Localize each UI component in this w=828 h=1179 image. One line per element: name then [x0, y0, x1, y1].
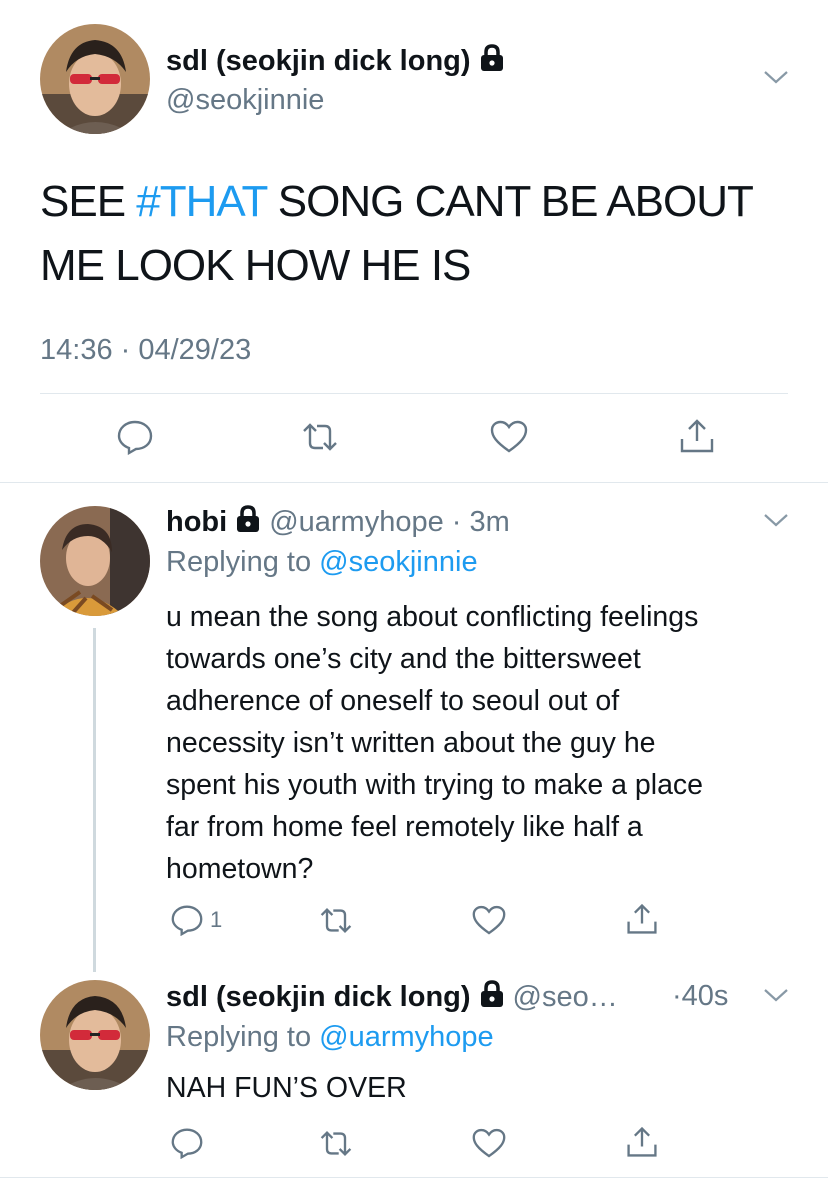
- avatar-uarmyhope[interactable]: [40, 506, 150, 616]
- reply-text-line: adherence of oneself to seoul out of: [166, 685, 620, 717]
- like-icon: [472, 1128, 506, 1158]
- share-icon: [627, 903, 657, 934]
- tweet-text-line-1: SEE #THAT SONG CANT BE ABOUT: [40, 177, 754, 226]
- reply-icon: [171, 1128, 203, 1159]
- display-name[interactable]: hobi: [166, 506, 227, 538]
- hashtag-link[interactable]: #THAT: [136, 177, 267, 226]
- retweet-button[interactable]: [300, 421, 340, 453]
- mention-link[interactable]: @uarmyhope: [319, 1021, 494, 1053]
- lock-icon: [235, 505, 261, 541]
- relative-time[interactable]: · 3m: [452, 506, 510, 538]
- reply-text-line: hometown?: [166, 853, 314, 885]
- reply-header: hobi @uarmyhope · 3m: [166, 505, 510, 541]
- mention-link[interactable]: @seokjinnie: [319, 546, 477, 578]
- like-icon: [490, 420, 528, 453]
- reply-button[interactable]: 1: [170, 904, 222, 936]
- share-button[interactable]: [678, 417, 716, 455]
- replying-to: Replying to @uarmyhope: [166, 1021, 494, 1053]
- avatar-seokjinnie[interactable]: [40, 980, 150, 1090]
- thread-line: [93, 628, 96, 972]
- display-name[interactable]: sdl (seokjin dick long): [166, 44, 505, 80]
- reply-count: 1: [210, 907, 223, 932]
- reply-text: NAH FUN’S OVER: [166, 1072, 407, 1104]
- retweet-icon: [320, 1131, 352, 1156]
- reply-button[interactable]: [170, 1127, 204, 1159]
- retweet-button[interactable]: [318, 1129, 354, 1158]
- divider: [40, 393, 788, 394]
- replying-to: Replying to @seokjinnie: [166, 546, 478, 578]
- like-icon: [472, 905, 506, 935]
- display-name[interactable]: sdl (seokjin dick long): [166, 981, 471, 1013]
- reply-icon: [171, 905, 203, 936]
- avatar-seokjinnie[interactable]: [40, 24, 150, 134]
- lock-icon: [479, 980, 505, 1016]
- reply-text-line: towards one’s city and the bittersweet: [166, 643, 641, 675]
- relative-time[interactable]: ·40s: [672, 980, 728, 1013]
- like-button[interactable]: [490, 420, 528, 454]
- tweet-text-line-2: ME LOOK HOW HE IS: [40, 241, 471, 290]
- reply-text-line: far from home feel remotely like half a: [166, 811, 643, 843]
- bottom-divider: [0, 1177, 828, 1178]
- retweet-icon: [320, 908, 352, 933]
- chevron-down-icon[interactable]: [762, 68, 790, 91]
- reply-button[interactable]: [116, 419, 154, 455]
- reply-text-line: spent his youth with trying to make a pl…: [166, 769, 704, 801]
- reply-header: sdl (seokjin dick long) @seo…: [166, 980, 618, 1016]
- reply-text-line: necessity isn’t written about the guy he: [166, 727, 656, 759]
- handle[interactable]: @seo…: [513, 981, 618, 1013]
- lock-icon: [479, 44, 505, 80]
- share-icon: [627, 1126, 657, 1157]
- retweet-button[interactable]: [318, 906, 354, 935]
- reply-icon: [117, 420, 153, 455]
- tweet-text: SEE #THAT SONG CANT BE ABOUT ME LOOK HOW…: [40, 170, 820, 298]
- share-icon: [680, 419, 714, 453]
- like-button[interactable]: [472, 1128, 506, 1159]
- timestamp[interactable]: 14:36 · 04/29/23: [40, 334, 251, 367]
- section-divider: [0, 482, 828, 483]
- like-button[interactable]: [472, 905, 506, 936]
- reply-text-line: u mean the song about conflicting feelin…: [166, 601, 699, 633]
- reply-text: u mean the song about conflicting feelin…: [166, 596, 703, 890]
- chevron-down-icon[interactable]: [762, 511, 790, 534]
- handle[interactable]: @uarmyhope: [269, 506, 444, 538]
- share-button[interactable]: [625, 902, 659, 936]
- chevron-down-icon[interactable]: [762, 986, 790, 1009]
- handle[interactable]: @seokjinnie: [166, 84, 324, 117]
- retweet-icon: [303, 423, 337, 451]
- share-button[interactable]: [625, 1125, 659, 1159]
